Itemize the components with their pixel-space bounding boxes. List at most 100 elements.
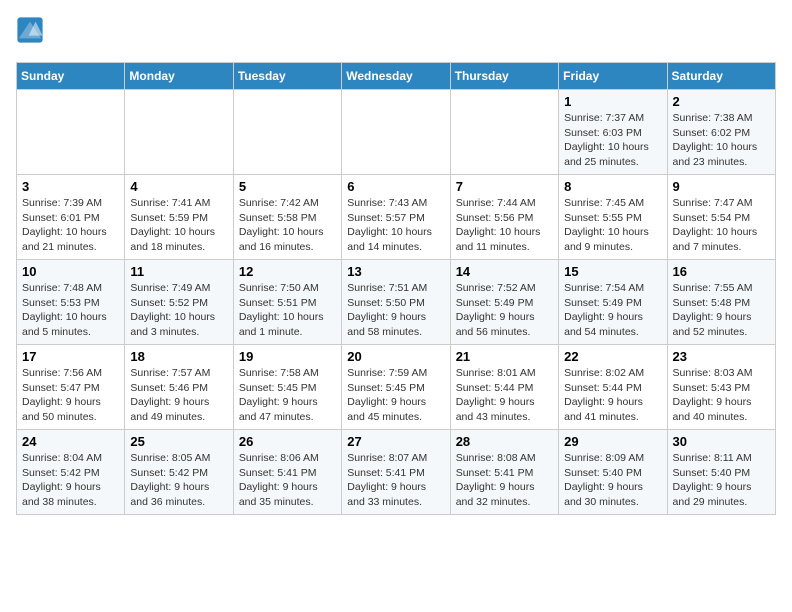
- calendar-cell: 10 Sunrise: 7:48 AM Sunset: 5:53 PM Dayli…: [17, 260, 125, 345]
- calendar-cell: 18 Sunrise: 7:57 AM Sunset: 5:46 PM Dayli…: [125, 345, 233, 430]
- calendar-cell: 24 Sunrise: 8:04 AM Sunset: 5:42 PM Dayli…: [17, 430, 125, 515]
- day-detail: Sunrise: 8:07 AM Sunset: 5:41 PM Dayligh…: [347, 452, 427, 508]
- weekday-header-tuesday: Tuesday: [233, 63, 341, 90]
- day-number: 20: [347, 349, 444, 364]
- weekday-header-saturday: Saturday: [667, 63, 775, 90]
- day-number: 7: [456, 179, 553, 194]
- day-number: 29: [564, 434, 661, 449]
- calendar-cell: 12 Sunrise: 7:50 AM Sunset: 5:51 PM Dayli…: [233, 260, 341, 345]
- day-detail: Sunrise: 7:58 AM Sunset: 5:45 PM Dayligh…: [239, 367, 319, 423]
- day-number: 25: [130, 434, 227, 449]
- calendar-cell: 28 Sunrise: 8:08 AM Sunset: 5:41 PM Dayli…: [450, 430, 558, 515]
- day-detail: Sunrise: 7:38 AM Sunset: 6:02 PM Dayligh…: [673, 112, 758, 168]
- day-detail: Sunrise: 7:43 AM Sunset: 5:57 PM Dayligh…: [347, 197, 432, 253]
- calendar-cell: [17, 90, 125, 175]
- calendar-cell: 17 Sunrise: 7:56 AM Sunset: 5:47 PM Dayli…: [17, 345, 125, 430]
- calendar-cell: [125, 90, 233, 175]
- calendar-cell: 22 Sunrise: 8:02 AM Sunset: 5:44 PM Dayli…: [559, 345, 667, 430]
- day-detail: Sunrise: 8:09 AM Sunset: 5:40 PM Dayligh…: [564, 452, 644, 508]
- calendar-cell: 14Sunrise: 7:52 AM Sunset: 5:49 PM Dayli…: [450, 260, 558, 345]
- day-detail: Sunrise: 8:04 AM Sunset: 5:42 PM Dayligh…: [22, 452, 102, 508]
- day-detail: Sunrise: 7:37 AM Sunset: 6:03 PM Dayligh…: [564, 112, 649, 168]
- day-detail: Sunrise: 7:39 AM Sunset: 6:01 PM Dayligh…: [22, 197, 107, 253]
- calendar-cell: 21 Sunrise: 8:01 AM Sunset: 5:44 PM Dayli…: [450, 345, 558, 430]
- day-number: 30: [673, 434, 770, 449]
- calendar-cell: 13 Sunrise: 7:51 AM Sunset: 5:50 PM Dayli…: [342, 260, 450, 345]
- day-number: 2: [673, 94, 770, 109]
- day-detail: Sunrise: 7:49 AM Sunset: 5:52 PM Dayligh…: [130, 282, 215, 338]
- day-number: 3: [22, 179, 119, 194]
- calendar-cell: 11 Sunrise: 7:49 AM Sunset: 5:52 PM Dayli…: [125, 260, 233, 345]
- day-number: 21: [456, 349, 553, 364]
- day-number: 5: [239, 179, 336, 194]
- day-number: 10: [22, 264, 119, 279]
- day-number: 27: [347, 434, 444, 449]
- day-number: 28: [456, 434, 553, 449]
- day-number: 12: [239, 264, 336, 279]
- day-detail: Sunrise: 8:05 AM Sunset: 5:42 PM Dayligh…: [130, 452, 210, 508]
- day-detail: Sunrise: 7:59 AM Sunset: 5:45 PM Dayligh…: [347, 367, 427, 423]
- weekday-header-friday: Friday: [559, 63, 667, 90]
- day-detail: Sunrise: 8:11 AM Sunset: 5:40 PM Dayligh…: [673, 452, 752, 508]
- day-detail: Sunrise: 8:02 AM Sunset: 5:44 PM Dayligh…: [564, 367, 644, 423]
- calendar-cell: [233, 90, 341, 175]
- day-detail: Sunrise: 7:42 AM Sunset: 5:58 PM Dayligh…: [239, 197, 324, 253]
- day-number: 1: [564, 94, 661, 109]
- day-detail: Sunrise: 7:44 AM Sunset: 5:56 PM Dayligh…: [456, 197, 541, 253]
- calendar-table: SundayMondayTuesdayWednesdayThursdayFrid…: [16, 62, 776, 515]
- day-number: 11: [130, 264, 227, 279]
- day-number: 23: [673, 349, 770, 364]
- calendar-cell: 29 Sunrise: 8:09 AM Sunset: 5:40 PM Dayli…: [559, 430, 667, 515]
- calendar-cell: 4 Sunrise: 7:41 AM Sunset: 5:59 PM Daylig…: [125, 175, 233, 260]
- day-detail: Sunrise: 7:45 AM Sunset: 5:55 PM Dayligh…: [564, 197, 649, 253]
- calendar-cell: 15 Sunrise: 7:54 AM Sunset: 5:49 PM Dayli…: [559, 260, 667, 345]
- logo: [16, 16, 48, 44]
- calendar-cell: [342, 90, 450, 175]
- day-detail: Sunrise: 8:06 AM Sunset: 5:41 PM Dayligh…: [239, 452, 319, 508]
- day-detail: Sunrise: 7:52 AM Sunset: 5:49 PM Dayligh…: [456, 282, 536, 338]
- day-detail: Sunrise: 7:47 AM Sunset: 5:54 PM Dayligh…: [673, 197, 758, 253]
- calendar-cell: 19 Sunrise: 7:58 AM Sunset: 5:45 PM Dayli…: [233, 345, 341, 430]
- calendar-cell: 5 Sunrise: 7:42 AM Sunset: 5:58 PM Daylig…: [233, 175, 341, 260]
- day-number: 9: [673, 179, 770, 194]
- day-detail: Sunrise: 7:51 AM Sunset: 5:50 PM Dayligh…: [347, 282, 427, 338]
- calendar-cell: 6 Sunrise: 7:43 AM Sunset: 5:57 PM Daylig…: [342, 175, 450, 260]
- day-detail: Sunrise: 7:55 AM Sunset: 5:48 PM Dayligh…: [673, 282, 753, 338]
- day-detail: Sunrise: 7:48 AM Sunset: 5:53 PM Dayligh…: [22, 282, 107, 338]
- day-detail: Sunrise: 7:50 AM Sunset: 5:51 PM Dayligh…: [239, 282, 324, 338]
- logo-icon: [16, 16, 44, 44]
- weekday-header-thursday: Thursday: [450, 63, 558, 90]
- calendar-cell: 7 Sunrise: 7:44 AM Sunset: 5:56 PM Daylig…: [450, 175, 558, 260]
- day-number: 17: [22, 349, 119, 364]
- calendar-cell: [450, 90, 558, 175]
- day-detail: Sunrise: 7:57 AM Sunset: 5:46 PM Dayligh…: [130, 367, 210, 423]
- calendar-cell: 9 Sunrise: 7:47 AM Sunset: 5:54 PM Daylig…: [667, 175, 775, 260]
- day-detail: Sunrise: 7:54 AM Sunset: 5:49 PM Dayligh…: [564, 282, 644, 338]
- day-detail: Sunrise: 7:56 AM Sunset: 5:47 PM Dayligh…: [22, 367, 102, 423]
- calendar-cell: 27 Sunrise: 8:07 AM Sunset: 5:41 PM Dayli…: [342, 430, 450, 515]
- day-number: 8: [564, 179, 661, 194]
- day-number: 6: [347, 179, 444, 194]
- calendar-cell: 26 Sunrise: 8:06 AM Sunset: 5:41 PM Dayli…: [233, 430, 341, 515]
- weekday-header-monday: Monday: [125, 63, 233, 90]
- day-detail: Sunrise: 8:08 AM Sunset: 5:41 PM Dayligh…: [456, 452, 536, 508]
- calendar-cell: 23 Sunrise: 8:03 AM Sunset: 5:43 PM Dayli…: [667, 345, 775, 430]
- day-number: 18: [130, 349, 227, 364]
- calendar-cell: 16 Sunrise: 7:55 AM Sunset: 5:48 PM Dayli…: [667, 260, 775, 345]
- day-number: 26: [239, 434, 336, 449]
- calendar-cell: 3 Sunrise: 7:39 AM Sunset: 6:01 PM Daylig…: [17, 175, 125, 260]
- day-number: 16: [673, 264, 770, 279]
- day-detail: Sunrise: 8:01 AM Sunset: 5:44 PM Dayligh…: [456, 367, 536, 423]
- day-detail: Sunrise: 7:41 AM Sunset: 5:59 PM Dayligh…: [130, 197, 215, 253]
- day-number: 22: [564, 349, 661, 364]
- day-number: 24: [22, 434, 119, 449]
- day-number: 19: [239, 349, 336, 364]
- day-number: 13: [347, 264, 444, 279]
- day-number: 15: [564, 264, 661, 279]
- weekday-header-sunday: Sunday: [17, 63, 125, 90]
- day-detail: Sunrise: 8:03 AM Sunset: 5:43 PM Dayligh…: [673, 367, 753, 423]
- calendar-cell: 2 Sunrise: 7:38 AM Sunset: 6:02 PM Daylig…: [667, 90, 775, 175]
- calendar-cell: 20 Sunrise: 7:59 AM Sunset: 5:45 PM Dayli…: [342, 345, 450, 430]
- weekday-header-wednesday: Wednesday: [342, 63, 450, 90]
- day-number: 4: [130, 179, 227, 194]
